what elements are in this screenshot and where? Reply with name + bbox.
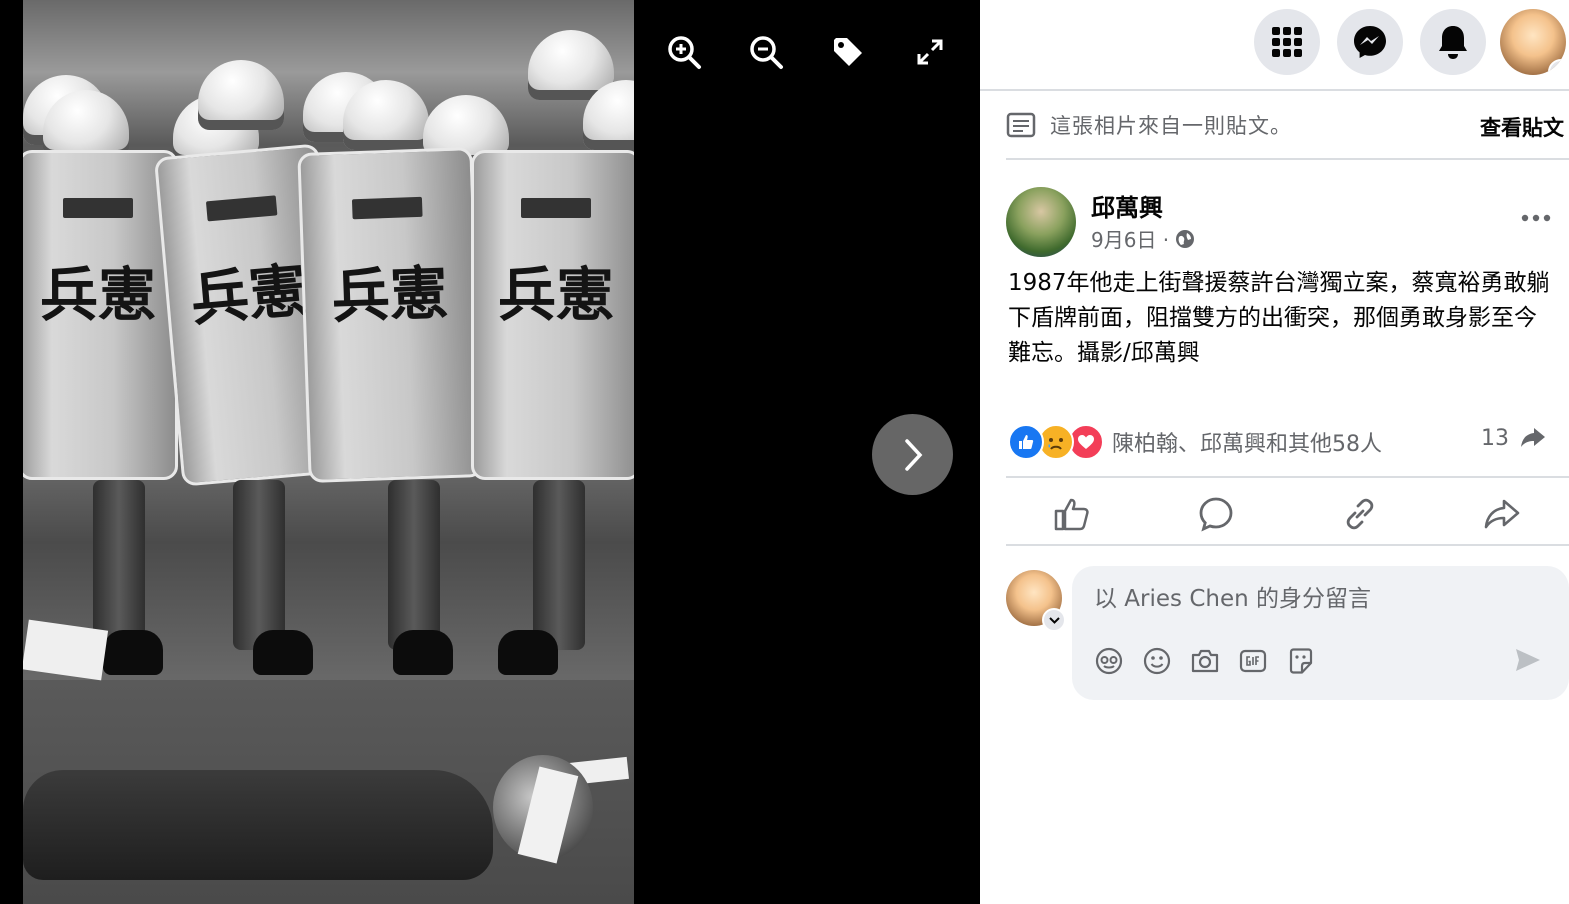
gif-button[interactable]	[1236, 644, 1270, 678]
emoji-icon	[1143, 647, 1171, 675]
copy-link-icon	[1346, 498, 1374, 530]
photo-legs	[93, 480, 145, 650]
notifications-bell-icon	[1439, 26, 1467, 59]
photo-upload-button[interactable]	[1188, 644, 1222, 678]
commenter-avatar[interactable]	[1006, 570, 1066, 632]
sticker-icon	[1289, 648, 1313, 674]
post-document-icon	[1006, 112, 1036, 138]
photo-viewer: 兵憲 兵憲 兵憲 兵憲	[0, 0, 980, 904]
notifications-button[interactable]	[1420, 9, 1486, 75]
comment-icon	[1199, 497, 1233, 532]
share-count-number: 13	[1481, 426, 1509, 451]
zoom-out-icon	[750, 36, 783, 69]
share-button[interactable]	[1472, 488, 1532, 540]
zoom-in-button[interactable]	[662, 30, 706, 74]
post-date[interactable]: 9月6日 ·	[1091, 224, 1169, 253]
shield-slot	[205, 195, 277, 222]
author-avatar[interactable]	[1006, 187, 1076, 257]
photo[interactable]: 兵憲 兵憲 兵憲 兵憲	[23, 0, 634, 904]
photo-helmet	[198, 60, 284, 130]
zoom-out-button[interactable]	[744, 30, 788, 74]
reactions-bar: 陳柏翰、邱萬興和其他58人 13	[1008, 422, 1566, 462]
emoji-button[interactable]	[1140, 644, 1174, 678]
chevron-down-icon[interactable]	[1548, 59, 1566, 75]
shield-slot	[63, 198, 133, 218]
photo-legs	[533, 480, 585, 650]
photo-helmet	[343, 80, 429, 150]
shield-slot	[351, 196, 423, 220]
notice-text: 這張相片來自一則貼文。	[1050, 114, 1292, 138]
post-text: 1987年他走上街聲援蔡許台灣獨立案，蔡寬裕勇敢躺下盾牌前面，阻擋雙方的出衝突，…	[1008, 270, 1550, 366]
comment-button[interactable]	[1186, 488, 1246, 540]
like-button[interactable]	[1042, 488, 1102, 540]
photo-lying-man	[23, 770, 493, 880]
sticker-button[interactable]	[1284, 644, 1318, 678]
chevron-right-icon	[904, 438, 922, 471]
avatar-sticker-button[interactable]	[1092, 644, 1126, 678]
shield-text: 兵憲	[330, 259, 449, 332]
shield-slot	[521, 198, 591, 218]
view-post-link[interactable]: 查看貼文	[1480, 112, 1564, 142]
photo-shield: 兵憲	[23, 150, 178, 480]
like-icon	[1054, 498, 1089, 531]
globe-icon	[1176, 229, 1195, 248]
more-dots-icon	[1521, 214, 1551, 222]
menu-button[interactable]	[1254, 9, 1320, 75]
tag-button[interactable]	[826, 30, 870, 74]
photo-legs	[233, 480, 285, 650]
send-comment-button[interactable]	[1510, 642, 1546, 678]
comment-box	[1072, 566, 1569, 700]
photo-boot	[498, 630, 558, 675]
comment-input[interactable]	[1092, 580, 1536, 618]
gif-icon	[1239, 649, 1267, 673]
photo-boot	[103, 630, 163, 675]
photo-shield: 兵憲	[297, 147, 484, 483]
shield-text: 兵憲	[39, 261, 157, 329]
more-options-button[interactable]	[1516, 200, 1556, 236]
share-count[interactable]: 13	[1481, 426, 1546, 451]
post-meta: 9月6日 ·	[1091, 224, 1195, 253]
camera-icon	[1191, 649, 1219, 673]
messenger-button[interactable]	[1337, 9, 1403, 75]
shield-text: 兵憲	[497, 261, 615, 329]
divider	[1006, 158, 1569, 160]
photo-legs	[388, 480, 440, 650]
tag-icon	[834, 38, 862, 66]
shield-text: 兵憲	[188, 256, 310, 335]
post-panel: 這張相片來自一則貼文。 查看貼文 邱萬興 9月6日 · 1987年他走上街聲援蔡…	[980, 0, 1569, 904]
messenger-icon	[1354, 26, 1386, 58]
photo-boot	[393, 630, 453, 675]
divider	[980, 89, 1569, 91]
reaction-names[interactable]: 陳柏翰、邱萬興和其他58人	[1112, 426, 1382, 458]
top-navigation	[980, 0, 1569, 88]
fullscreen-button[interactable]	[908, 30, 952, 74]
copy-link-button[interactable]	[1330, 488, 1390, 540]
photo-paper	[23, 619, 109, 681]
photo-shield: 兵憲	[471, 150, 634, 480]
fullscreen-icon	[917, 39, 943, 65]
menu-grid-icon	[1272, 27, 1302, 57]
divider	[1006, 476, 1569, 478]
photo-source-notice: 這張相片來自一則貼文。 查看貼文	[1006, 108, 1566, 142]
divider	[1006, 544, 1569, 546]
zoom-in-icon	[668, 36, 701, 69]
author-name[interactable]: 邱萬興	[1091, 188, 1163, 223]
chevron-down-icon[interactable]	[1042, 608, 1066, 632]
account-avatar[interactable]	[1500, 9, 1566, 75]
next-photo-button[interactable]	[872, 414, 953, 495]
photo-boot	[253, 630, 313, 675]
share-icon	[1484, 499, 1520, 529]
avatar-sticker-icon	[1095, 647, 1123, 675]
share-count-icon	[1521, 428, 1545, 447]
like-reaction-icon[interactable]	[1008, 424, 1044, 460]
send-icon	[1516, 649, 1540, 671]
